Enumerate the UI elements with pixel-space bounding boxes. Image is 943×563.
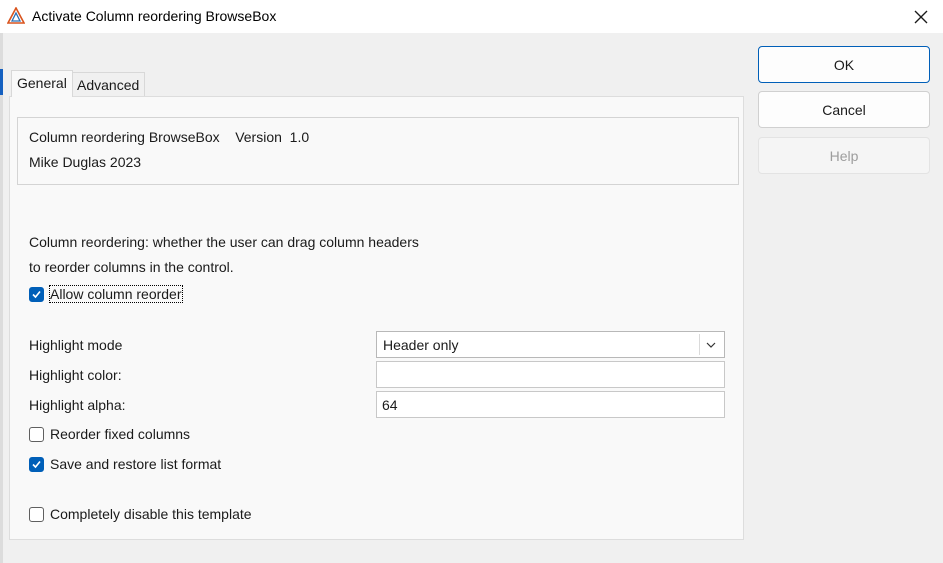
description-line-1: Column reordering: whether the user can … <box>29 234 419 250</box>
highlight-color-label: Highlight color: <box>29 367 122 383</box>
tab-advanced[interactable]: Advanced <box>71 72 146 97</box>
save-restore-label[interactable]: Save and restore list format <box>50 456 221 472</box>
checkmark-icon <box>32 460 41 469</box>
background-window-edge <box>0 33 3 563</box>
ok-button[interactable]: OK <box>758 46 930 83</box>
cancel-button[interactable]: Cancel <box>758 91 930 128</box>
description-line-2: to reorder columns in the control. <box>29 259 234 275</box>
highlight-alpha-label: Highlight alpha: <box>29 397 126 413</box>
tab-general[interactable]: General <box>11 70 73 97</box>
checkmark-icon <box>32 290 41 299</box>
disable-template-label[interactable]: Completely disable this template <box>50 506 252 522</box>
disable-template-checkbox[interactable] <box>29 507 44 522</box>
version-info-text: Column reordering BrowseBox Version 1.0 <box>29 129 310 145</box>
highlight-mode-value: Header only <box>383 337 459 353</box>
highlight-mode-label: Highlight mode <box>29 337 123 353</box>
reorder-fixed-checkbox[interactable] <box>29 427 44 442</box>
highlight-mode-select[interactable]: Header only <box>376 331 725 358</box>
allow-reorder-checkbox[interactable] <box>29 287 44 302</box>
close-button[interactable] <box>899 0 943 33</box>
highlight-alpha-input[interactable] <box>376 391 725 418</box>
chevron-down-icon <box>706 342 716 348</box>
close-icon <box>914 10 928 23</box>
info-box: Column reordering BrowseBox Version 1.0 … <box>17 117 739 185</box>
allow-reorder-label[interactable]: Allow column reorder <box>49 285 183 303</box>
window-title: Activate Column reordering BrowseBox <box>32 8 277 24</box>
help-button[interactable]: Help <box>758 137 930 174</box>
save-restore-checkbox[interactable] <box>29 457 44 472</box>
warning-triangle-icon <box>7 7 25 24</box>
title-bar: Activate Column reordering BrowseBox <box>0 0 943 33</box>
dropdown-button[interactable] <box>699 334 722 355</box>
reorder-fixed-label[interactable]: Reorder fixed columns <box>50 426 190 442</box>
highlight-color-input[interactable] <box>376 361 725 388</box>
author-info-text: Mike Duglas 2023 <box>29 154 142 170</box>
